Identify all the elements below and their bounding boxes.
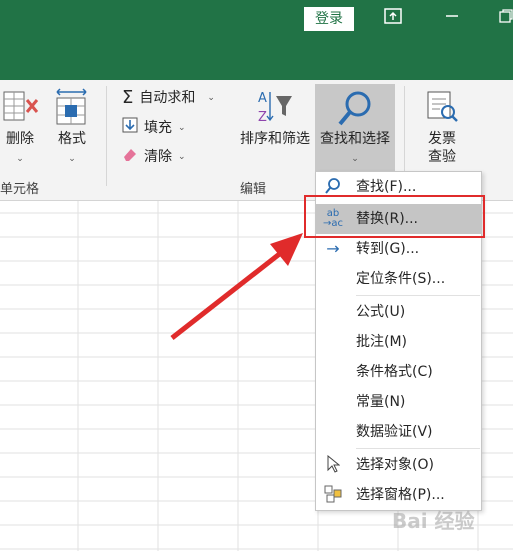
menu-item-goto-special[interactable]: 定位条件(S)... xyxy=(316,264,481,294)
watermark: Bai 经验 xyxy=(392,509,475,533)
menu-item-conditional-formatting[interactable]: 条件格式(C) xyxy=(316,357,481,387)
menu-item-label: 公式(U) xyxy=(356,304,406,320)
menu-item-label: 批注(M) xyxy=(356,334,408,350)
arrow-right-icon: → xyxy=(326,239,340,258)
menu-item-formulas[interactable]: 公式(U) xyxy=(316,297,481,327)
menu-divider xyxy=(356,295,480,296)
menu-item-label: 定位条件(S)... xyxy=(356,271,446,287)
pointer-icon xyxy=(322,454,344,475)
menu-item-label: 数据验证(V) xyxy=(356,424,433,440)
selection-pane-icon xyxy=(322,485,344,505)
menu-item-label: 条件格式(C) xyxy=(356,364,433,380)
menu-divider xyxy=(356,448,480,449)
menu-item-constants[interactable]: 常量(N) xyxy=(316,387,481,417)
menu-item-label: 常量(N) xyxy=(356,394,406,410)
menu-item-label: 转到(G)... xyxy=(356,241,420,257)
search-icon xyxy=(322,177,344,197)
menu-item-data-validation[interactable]: 数据验证(V) xyxy=(316,417,481,447)
menu-item-select-objects[interactable]: 选择对象(O) xyxy=(316,450,481,480)
menu-item-goto[interactable]: → 转到(G)... xyxy=(316,234,481,264)
annotation-highlight-box xyxy=(304,195,485,238)
menu-item-label: 选择对象(O) xyxy=(356,457,434,473)
menu-item-comments[interactable]: 批注(M) xyxy=(316,327,481,357)
